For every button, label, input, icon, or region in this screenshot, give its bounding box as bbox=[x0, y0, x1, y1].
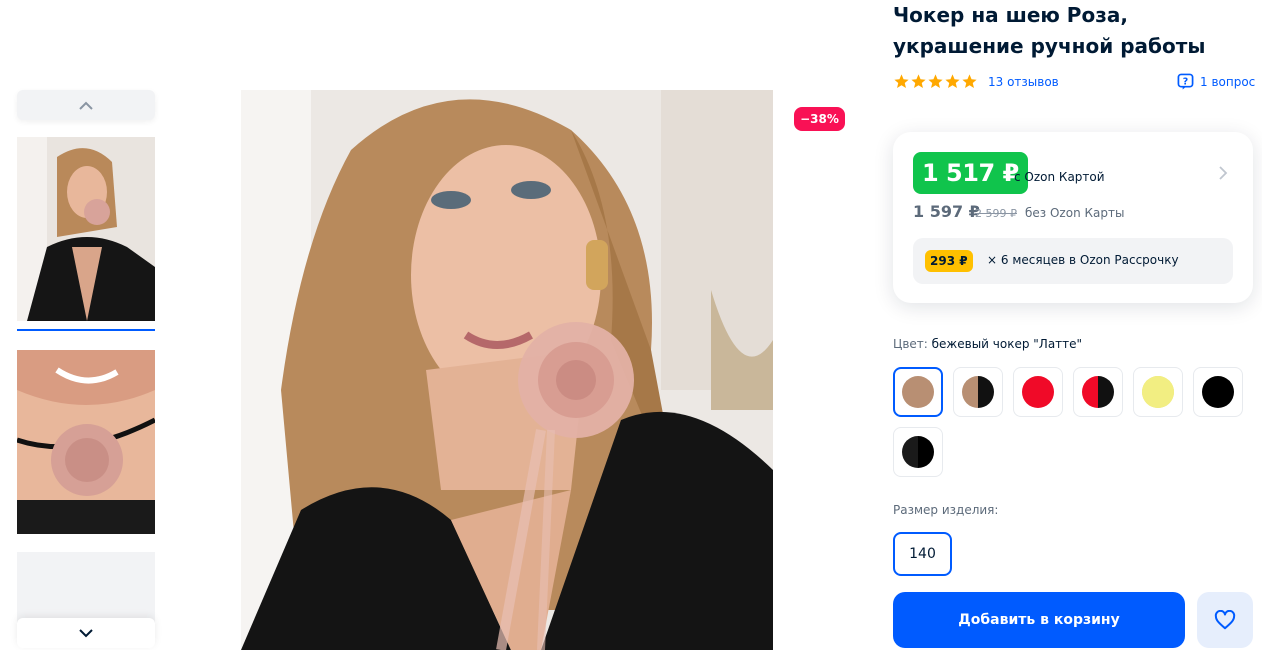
color-swatch-latte-black[interactable] bbox=[953, 367, 1003, 417]
main-product-photo[interactable] bbox=[241, 90, 773, 650]
color-swatch-red[interactable] bbox=[1013, 367, 1063, 417]
installment-amount: 293 ₽ bbox=[925, 250, 973, 272]
size-label: Размер изделия: bbox=[893, 503, 999, 517]
thumbnail-2[interactable] bbox=[17, 350, 155, 534]
star-icon bbox=[962, 74, 977, 89]
question-icon: ? bbox=[1177, 73, 1194, 90]
heart-icon bbox=[1214, 610, 1236, 630]
ozon-card-note: с Ozon Картой bbox=[1014, 170, 1105, 184]
installment-offer[interactable]: 293 ₽ × 6 месяцев в Ozon Рассрочку bbox=[913, 238, 1233, 284]
add-to-cart-button[interactable]: Добавить в корзину bbox=[893, 592, 1185, 648]
color-swatch-black[interactable] bbox=[1193, 367, 1243, 417]
thumbnail-2-image bbox=[17, 350, 155, 534]
color-dot bbox=[1202, 376, 1234, 408]
color-label-prefix: Цвет: bbox=[893, 337, 928, 351]
star-icon bbox=[928, 74, 943, 89]
star-icon bbox=[945, 74, 960, 89]
ozon-card-price: 1 517 ₽ bbox=[913, 152, 1028, 194]
questions-label: 1 вопрос bbox=[1200, 74, 1256, 89]
star-icon bbox=[911, 74, 926, 89]
color-dot bbox=[902, 436, 934, 468]
color-swatch-yellow[interactable] bbox=[1133, 367, 1183, 417]
color-dot bbox=[1082, 376, 1114, 408]
color-swatch-red-black[interactable] bbox=[1073, 367, 1123, 417]
color-dot bbox=[1142, 376, 1174, 408]
thumbnail-1[interactable] bbox=[17, 137, 155, 321]
active-thumbnail-indicator bbox=[17, 329, 155, 331]
regular-price: 1 597 ₽ bbox=[913, 202, 980, 221]
svg-text:?: ? bbox=[1183, 76, 1188, 87]
size-option-140[interactable]: 140 bbox=[893, 532, 952, 576]
installment-text: × 6 месяцев в Ozon Рассрочку bbox=[987, 253, 1179, 267]
thumbnails-scroll-down-button[interactable] bbox=[17, 618, 155, 648]
color-swatch-black-dark[interactable] bbox=[893, 427, 943, 477]
chevron-down-icon bbox=[79, 628, 93, 637]
regular-price-note: без Ozon Карты bbox=[1025, 206, 1125, 220]
old-price: 2 599 ₽ bbox=[975, 207, 1017, 220]
chevron-up-icon bbox=[79, 101, 93, 110]
color-swatch-latte[interactable] bbox=[893, 367, 943, 417]
reviews-link[interactable]: 13 отзывов bbox=[988, 75, 1059, 89]
selected-color-name: бежевый чокер "Латте" bbox=[931, 337, 1083, 351]
star-icon bbox=[894, 74, 909, 89]
color-dot bbox=[902, 376, 934, 408]
product-title: Чокер на шею Роза, украшение ручной рабо… bbox=[893, 3, 1206, 58]
color-dot bbox=[962, 376, 994, 408]
product-photo-image bbox=[241, 90, 773, 650]
color-dot bbox=[1022, 376, 1054, 408]
color-label: Цвет: бежевый чокер "Латте" bbox=[893, 337, 1082, 351]
price-card[interactable]: 1 517 ₽ с Ozon Картой 1 597 ₽ 2 599 ₽ бе… bbox=[893, 132, 1253, 303]
thumbnails-scroll-up-button[interactable] bbox=[17, 90, 155, 120]
favorite-button[interactable] bbox=[1197, 592, 1253, 648]
questions-link[interactable]: ? 1 вопрос bbox=[1177, 73, 1255, 90]
discount-badge: −38% bbox=[794, 107, 845, 131]
rating-row[interactable]: 13 отзывов bbox=[893, 73, 1059, 90]
thumbnail-1-image bbox=[17, 137, 155, 321]
chevron-right-icon[interactable] bbox=[1219, 166, 1228, 180]
